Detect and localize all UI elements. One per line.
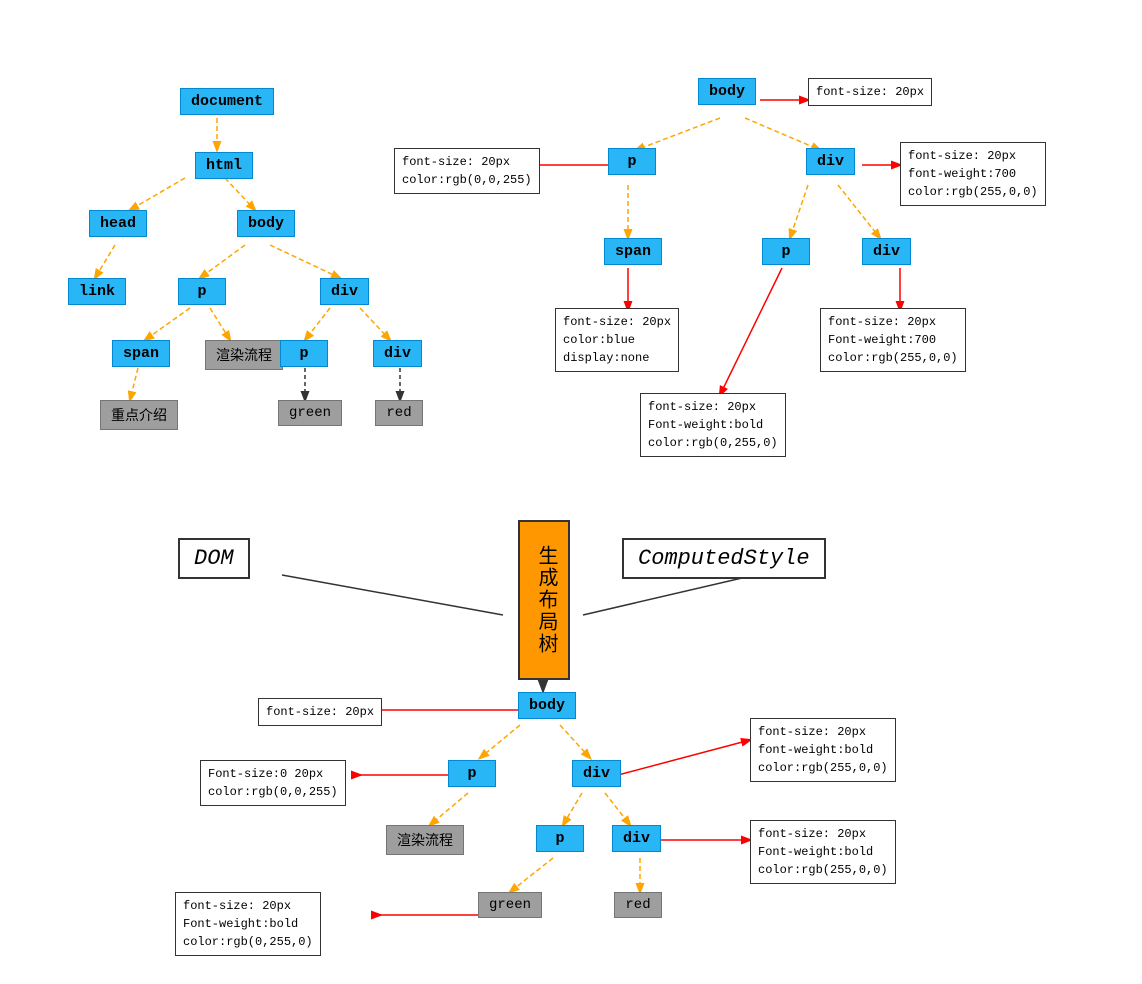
style-div-bottom: font-size: 20px font-weight:bold color:r… bbox=[750, 718, 896, 782]
node-p-right2: p bbox=[762, 238, 810, 265]
node-div-bottom2: div bbox=[612, 825, 661, 852]
node-red1: red bbox=[375, 400, 423, 426]
node-p2: p bbox=[280, 340, 328, 367]
node-p-bottom: p bbox=[448, 760, 496, 787]
node-p1: p bbox=[178, 278, 226, 305]
style-body-bottom: font-size: 20px bbox=[258, 698, 382, 726]
gen-layout-label: 生成布局树 bbox=[518, 520, 570, 680]
node-document: document bbox=[180, 88, 274, 115]
node-head: head bbox=[89, 210, 147, 237]
style-green-bottom: font-size: 20px Font-weight:bold color:r… bbox=[175, 892, 321, 956]
node-render1: 渲染流程 bbox=[205, 340, 283, 370]
node-body-right: body bbox=[698, 78, 756, 105]
style-div-right2: font-size: 20px Font-weight:700 color:rg… bbox=[820, 308, 966, 372]
node-link: link bbox=[68, 278, 126, 305]
node-div-right: div bbox=[806, 148, 855, 175]
node-red-bottom: red bbox=[614, 892, 662, 918]
node-p-bottom2: p bbox=[536, 825, 584, 852]
node-green1: green bbox=[278, 400, 342, 426]
node-span-right: span bbox=[604, 238, 662, 265]
node-span1: span bbox=[112, 340, 170, 367]
node-p-right: p bbox=[608, 148, 656, 175]
style-p-right: font-size: 20px color:rgb(0,0,255) bbox=[394, 148, 540, 194]
style-span-right: font-size: 20px color:blue display:none bbox=[555, 308, 679, 372]
node-key1: 重点介绍 bbox=[100, 400, 178, 430]
node-html: html bbox=[195, 152, 253, 179]
node-div-bottom: div bbox=[572, 760, 621, 787]
style-p-right2: font-size: 20px Font-weight:bold color:r… bbox=[640, 393, 786, 457]
style-p-bottom2: font-size: 20px Font-weight:bold color:r… bbox=[750, 820, 896, 884]
node-body-left: body bbox=[237, 210, 295, 237]
style-body-right: font-size: 20px bbox=[808, 78, 932, 106]
style-div-right: font-size: 20px font-weight:700 color:rg… bbox=[900, 142, 1046, 206]
computed-label: ComputedStyle bbox=[622, 538, 826, 579]
node-div1: div bbox=[320, 278, 369, 305]
node-render-bottom: 渲染流程 bbox=[386, 825, 464, 855]
dom-label: DOM bbox=[178, 538, 250, 579]
node-div2: div bbox=[373, 340, 422, 367]
node-green-bottom: green bbox=[478, 892, 542, 918]
node-div-right2: div bbox=[862, 238, 911, 265]
node-body-bottom: body bbox=[518, 692, 576, 719]
style-p-bottom: Font-size:0 20px color:rgb(0,0,255) bbox=[200, 760, 346, 806]
